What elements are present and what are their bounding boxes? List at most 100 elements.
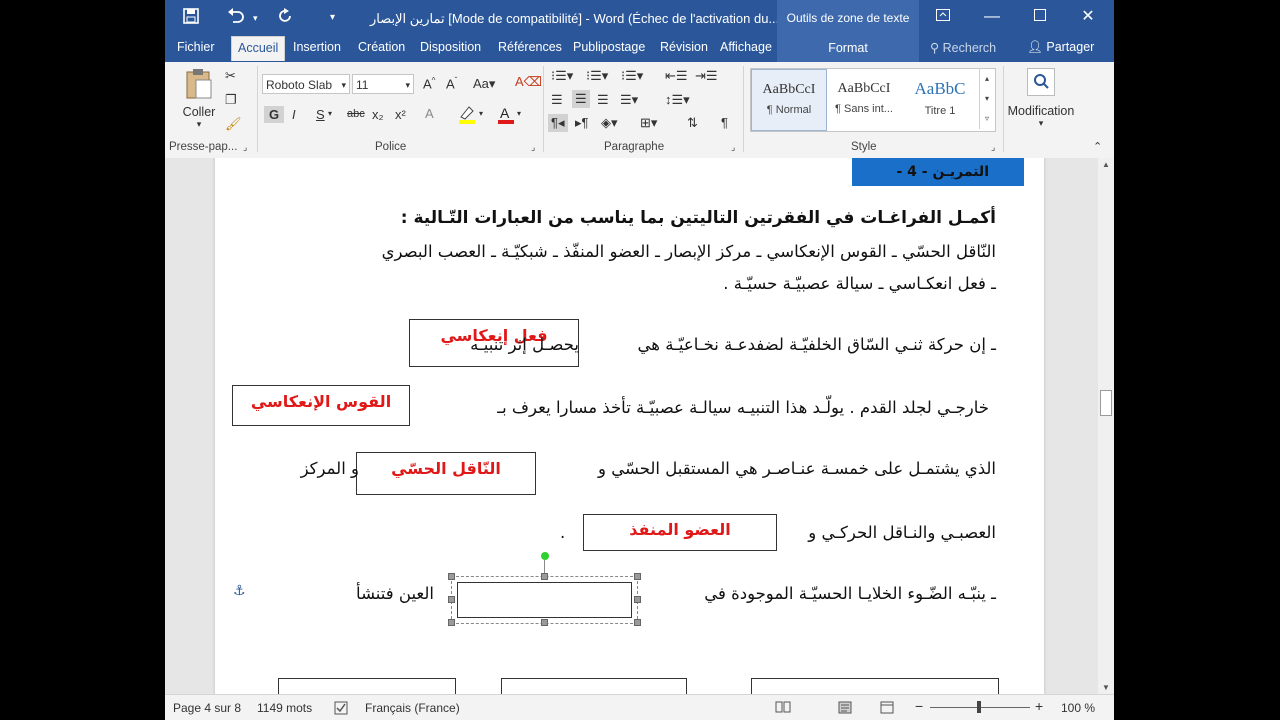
copy-icon[interactable]: ❐ (225, 92, 237, 108)
share-button[interactable]: 👤︎ Partager (1027, 40, 1094, 55)
empty-answer-box[interactable] (457, 582, 632, 618)
paste-button[interactable]: Coller ▾ (179, 68, 219, 129)
vertical-scrollbar[interactable]: ▲ ▼ (1098, 158, 1114, 694)
collapse-ribbon-icon[interactable]: ⌃ (1093, 140, 1102, 153)
font-name-box[interactable]: Roboto Slab ▾ (262, 74, 350, 94)
undo-icon[interactable] (227, 8, 245, 29)
style-heading1[interactable]: AaBbC Titre 1 (903, 69, 977, 129)
tab-creation[interactable]: Création (358, 40, 405, 54)
tab-fichier[interactable]: Fichier (177, 40, 215, 54)
paragraph-launcher-icon[interactable]: ⌟ (731, 142, 735, 153)
multilevel-list-icon[interactable]: ⁝☰▾ (621, 68, 643, 84)
bold-button[interactable]: G (264, 106, 285, 123)
resize-handle[interactable] (448, 619, 455, 626)
answer-box-5[interactable] (278, 678, 456, 694)
customize-qat-icon[interactable]: ▾ (330, 12, 335, 23)
styles-launcher-icon[interactable]: ⌟ (991, 142, 995, 153)
tab-disposition[interactable]: Disposition (420, 40, 481, 54)
word-count[interactable]: 1149 mots (257, 701, 312, 715)
minimize-icon[interactable]: — (977, 6, 1007, 28)
scroll-down-icon[interactable]: ▼ (1102, 683, 1110, 692)
pilcrow-icon[interactable]: ¶ (721, 115, 728, 130)
selected-textbox[interactable] (451, 576, 638, 624)
italic-button[interactable]: I (292, 107, 296, 122)
bullets-icon[interactable]: ⁝☰▾ (551, 68, 573, 84)
resize-handle[interactable] (448, 573, 455, 580)
text-effects-icon[interactable]: A (425, 106, 434, 121)
align-center-icon[interactable]: ☰ (572, 90, 590, 108)
read-mode-icon[interactable] (775, 701, 791, 716)
font-color-icon[interactable]: A (497, 104, 515, 127)
editing-button[interactable]: Modification ▾ (1005, 68, 1077, 138)
print-layout-icon[interactable] (838, 701, 852, 717)
zoom-in-icon[interactable]: + (1035, 698, 1043, 714)
zoom-level[interactable]: 100 % (1061, 701, 1095, 715)
borders-icon[interactable]: ⊞▾ (640, 115, 657, 131)
tab-accueil[interactable]: Accueil (231, 36, 286, 61)
decrease-indent-icon[interactable]: ⇤☰ (665, 68, 688, 84)
grow-font-icon[interactable]: A^ (423, 76, 435, 91)
rotate-handle[interactable] (541, 552, 549, 560)
justify-icon[interactable]: ☰▾ (620, 92, 638, 108)
tab-insertion[interactable]: Insertion (293, 40, 341, 54)
font-size-box[interactable]: 11 ▾ (352, 74, 414, 94)
document-page[interactable]: التمريـن - 4 - أكمـل الفراغـات في الفقرت… (215, 158, 1044, 694)
highlight-icon[interactable] (457, 104, 477, 127)
scroll-thumb[interactable] (1100, 390, 1112, 416)
clipboard-launcher-icon[interactable]: ⌟ (243, 142, 247, 153)
redo-icon[interactable] (277, 8, 293, 29)
answer-box-6[interactable] (501, 678, 687, 694)
maximize-icon[interactable] (1025, 6, 1055, 28)
change-case-icon[interactable]: Aa▾ (473, 76, 495, 92)
language-indicator[interactable]: Français (France) (365, 701, 460, 715)
ltr-direction-icon[interactable]: ¶◂ (548, 114, 568, 132)
zoom-slider[interactable] (930, 701, 1030, 713)
format-painter-icon[interactable]: 🖌︎ (225, 116, 242, 132)
underline-button[interactable]: S (316, 107, 325, 122)
answer-box-2[interactable]: القوس الإنعكاسي (232, 385, 410, 426)
save-icon[interactable] (183, 8, 199, 29)
resize-handle[interactable] (541, 573, 548, 580)
answer-box-7[interactable] (751, 678, 999, 694)
tab-format[interactable]: Format (777, 36, 919, 62)
style-no-spacing[interactable]: AaBbCcI ¶ Sans int... (827, 69, 901, 129)
line-spacing-icon[interactable]: ↕☰▾ (665, 92, 690, 108)
resize-handle[interactable] (634, 573, 641, 580)
resize-handle[interactable] (448, 596, 455, 603)
scroll-up-icon[interactable]: ▲ (1102, 160, 1110, 169)
shading-icon[interactable]: ◈▾ (601, 115, 618, 131)
web-layout-icon[interactable] (880, 701, 894, 717)
page-indicator[interactable]: Page 4 sur 8 (173, 701, 241, 715)
resize-handle[interactable] (634, 619, 641, 626)
ribbon-display-icon[interactable] (928, 6, 958, 28)
zoom-slider-thumb[interactable] (977, 701, 981, 713)
tab-publipostage[interactable]: Publipostage (573, 40, 645, 54)
close-icon[interactable]: ✕ (1073, 6, 1103, 28)
styles-scroll[interactable]: ▴ ▾ ▿ (979, 69, 994, 129)
resize-handle[interactable] (541, 619, 548, 626)
superscript-button[interactable]: x² (395, 107, 406, 122)
clear-format-icon[interactable]: A⌫ (515, 74, 542, 90)
undo-dropdown-icon[interactable]: ▾ (253, 13, 258, 24)
strikethrough-button[interactable]: abc (347, 108, 365, 120)
zoom-out-icon[interactable]: − (915, 698, 923, 714)
cut-icon[interactable]: ✂ (225, 68, 236, 84)
align-right-icon[interactable]: ☰ (597, 92, 609, 108)
tab-references[interactable]: Références (498, 40, 562, 54)
tab-revision[interactable]: Révision (660, 40, 708, 54)
increase-indent-icon[interactable]: ⇥☰ (695, 68, 718, 84)
subscript-button[interactable]: x₂ (372, 107, 384, 122)
sort-icon[interactable]: ⇅ (687, 115, 698, 131)
numbering-icon[interactable]: ⁝☰▾ (586, 68, 608, 84)
search-box[interactable]: ⚲ Recherch (930, 40, 996, 55)
answer-box-3[interactable]: النّاقل الحسّي (356, 452, 536, 495)
font-launcher-icon[interactable]: ⌟ (531, 142, 535, 153)
rtl-direction-icon[interactable]: ▸¶ (575, 115, 589, 131)
style-normal[interactable]: AaBbCcI ¶ Normal (751, 69, 827, 131)
align-left-icon[interactable]: ☰ (551, 92, 563, 108)
proofing-icon[interactable] (334, 701, 348, 718)
shrink-font-icon[interactable]: Aˇ (446, 76, 457, 91)
tab-affichage[interactable]: Affichage (720, 40, 772, 54)
answer-box-4[interactable]: العضو المنفذ (583, 514, 777, 551)
resize-handle[interactable] (634, 596, 641, 603)
